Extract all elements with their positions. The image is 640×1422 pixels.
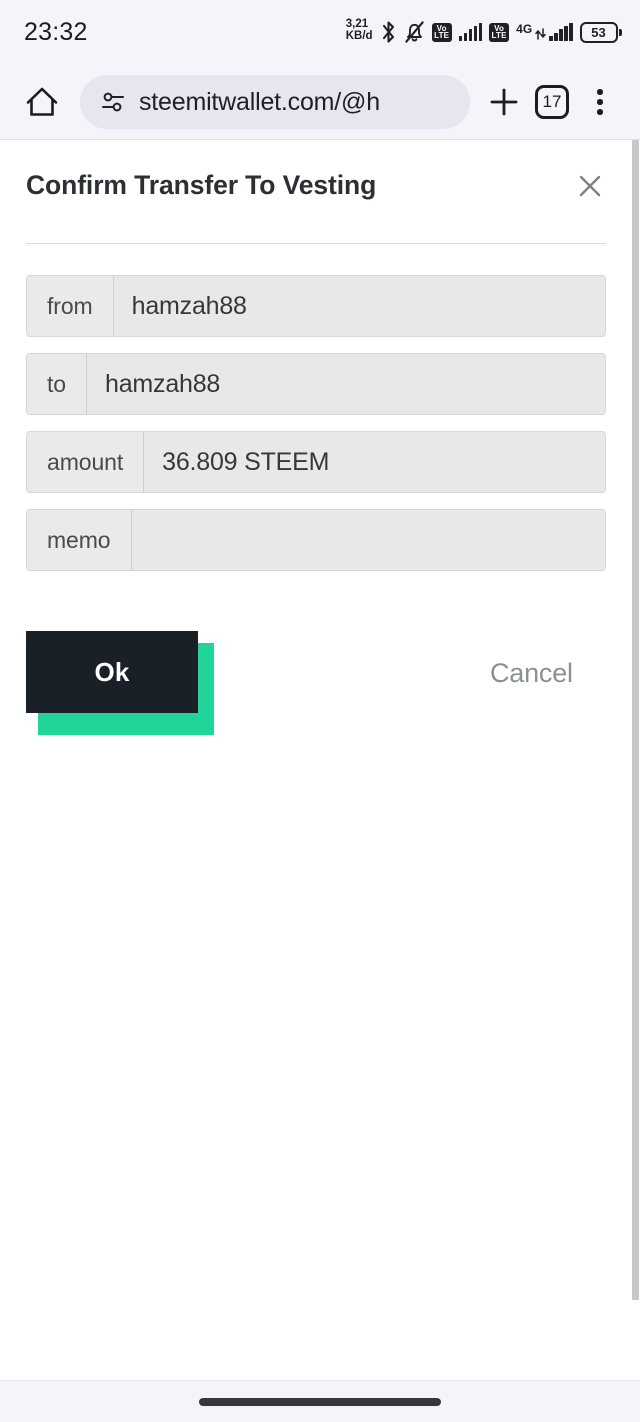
address-bar[interactable]: steemitwallet.com/@h [80,75,470,129]
tune-icon [102,92,124,112]
volte-icon-2: Vo LTE [489,22,510,42]
bluetooth-icon [382,21,394,43]
confirm-transfer-dialog: Confirm Transfer To Vesting from hamzah8… [0,140,632,735]
table-row: from hamzah88 [26,275,606,337]
more-vertical-icon [597,89,603,115]
new-tab-button[interactable] [480,78,528,126]
table-row: to hamzah88 [26,353,606,415]
battery-level-text: 53 [579,21,618,43]
signal-bars-sim2 [549,23,573,41]
row-label-to: to [27,354,87,414]
battery-indicator: 53 [579,21,622,43]
home-button[interactable] [18,78,66,126]
dialog-title: Confirm Transfer To Vesting [26,170,377,200]
browser-toolbar: steemitwallet.com/@h 17 [0,64,640,140]
browser-menu-button[interactable] [576,78,624,126]
row-value-memo [131,510,605,570]
plus-icon [490,88,518,116]
data-arrows-icon [535,28,546,40]
tab-count-badge: 17 [535,85,569,119]
table-row: amount 36.809 STEEM [26,431,606,493]
table-row: memo [26,509,606,571]
home-icon [26,87,58,116]
address-bar-url: steemitwallet.com/@h [139,87,380,116]
signal-bars-sim1 [458,23,483,41]
data-rate-indicator: 3,21 KB/d [345,18,373,43]
row-value-from: hamzah88 [113,276,605,336]
dialog-actions: Ok Cancel [26,587,606,735]
status-clock: 23:32 [24,17,88,46]
row-label-amount: amount [27,432,145,492]
web-page-content: Confirm Transfer To Vesting from hamzah8… [0,140,632,1380]
battery-nub [619,28,622,36]
close-icon [579,175,601,197]
data-rate-unit: KB/d [345,30,373,42]
cancel-button[interactable]: Cancel [490,658,573,689]
dialog-header: Confirm Transfer To Vesting [26,140,606,214]
bell-muted-icon [404,21,424,43]
status-icons: 3,21 KB/d Vo LTE Vo LTE 4G 53 [345,18,622,44]
system-navigation-bar [0,1380,640,1422]
row-value-amount: 36.809 STEEM [144,432,605,492]
gesture-home-pill[interactable] [199,1397,441,1406]
row-label-from: from [27,276,114,336]
volte-bottom-2: LTE [491,31,507,40]
close-dialog-button[interactable] [568,164,612,208]
network-type-label: 4G [516,22,533,36]
row-value-to: hamzah88 [86,354,605,414]
android-status-bar: 23:32 3,21 KB/d Vo LTE Vo LTE 4G 53 [0,0,640,64]
page-scrollbar-thumb[interactable] [632,140,639,1300]
ok-button-wrap: Ok [26,631,214,735]
ok-button[interactable]: Ok [26,631,198,713]
volte-bottom-1: LTE [434,31,450,40]
tab-switcher-button[interactable]: 17 [528,78,576,126]
row-label-memo: memo [27,510,132,570]
transfer-details-list: from hamzah88 to hamzah88 amount 36.809 … [26,244,606,571]
volte-icon-1: Vo LTE [431,22,452,42]
